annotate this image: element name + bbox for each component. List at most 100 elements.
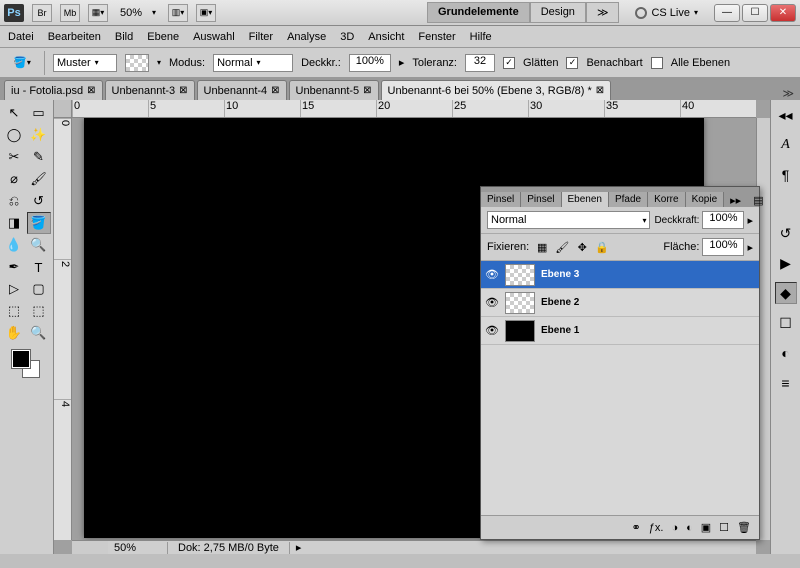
ruler-horizontal[interactable]: 0510152025303540 [72,100,756,118]
panel-tab[interactable]: Pinsel [481,192,521,207]
paragraph-panel-icon[interactable]: ¶ [775,164,797,186]
clone-stamp-tool[interactable]: ⎌ [2,190,26,212]
layer-thumbnail[interactable] [505,292,535,314]
minibridge-button[interactable]: Mb [60,4,80,22]
lock-image-icon[interactable]: 🖌 [555,240,569,254]
menu-auswahl[interactable]: Auswahl [193,31,235,43]
layer-thumbnail[interactable] [505,320,535,342]
visibility-icon[interactable]: 👁 [485,324,499,337]
layer-name[interactable]: Ebene 3 [541,269,579,280]
menu-filter[interactable]: Filter [249,31,273,43]
all-layers-checkbox[interactable] [651,57,663,69]
brush-tool[interactable]: 🖌 [27,168,51,190]
fill-source-dropdown[interactable]: Muster▾ [53,54,117,72]
type-tool[interactable]: T [27,256,51,278]
lasso-tool[interactable]: ◯ [2,124,26,146]
3d-camera-tool[interactable]: ⬚ [27,300,51,322]
paint-bucket-tool[interactable]: 🪣 [27,212,51,234]
move-tool[interactable]: ↖ [2,102,26,124]
opacity-flyout-icon[interactable]: ▸ [399,56,405,69]
menu-datei[interactable]: Datei [8,31,34,43]
visibility-icon[interactable]: 👁 [485,296,499,309]
healing-brush-tool[interactable]: ⌀ [2,168,26,190]
path-selection-tool[interactable]: ▷ [2,278,26,300]
menu-ebene[interactable]: Ebene [147,31,179,43]
ruler-vertical[interactable]: 024 [54,118,72,540]
fill-flyout-icon[interactable]: ▸ [747,241,753,254]
blur-tool[interactable]: 💧 [2,234,26,256]
layer-fill-field[interactable]: 100% [702,238,744,256]
current-tool-icon[interactable]: 🪣▾ [8,52,36,74]
menu-3d[interactable]: 3D [340,31,354,43]
status-doc-size[interactable]: Dok: 2,75 MB/0 Byte [168,542,290,554]
close-button[interactable]: ✕ [770,4,796,22]
workspace-design[interactable]: Design [530,2,586,23]
document-tab[interactable]: Unbenannt-5⊠ [289,80,379,100]
paths-panel-icon[interactable]: ◐ [775,342,797,364]
new-layer-icon[interactable]: ☐ [719,521,729,534]
antialias-checkbox[interactable]: ✓ [503,57,515,69]
character-panel-icon[interactable]: A [775,134,797,156]
tolerance-field[interactable]: 32 [465,54,495,72]
3d-tool[interactable]: ⬚ [2,300,26,322]
maximize-button[interactable]: ☐ [742,4,768,22]
link-layers-icon[interactable]: ⚭ [632,521,641,534]
menu-bearbeiten[interactable]: Bearbeiten [48,31,101,43]
contiguous-checkbox[interactable]: ✓ [566,57,578,69]
history-brush-tool[interactable]: ↺ [27,190,51,212]
menu-analyse[interactable]: Analyse [287,31,326,43]
panel-tab[interactable]: Korre [648,192,685,207]
panel-tab-ebenen[interactable]: Ebenen [562,192,609,207]
layer-name[interactable]: Ebene 2 [541,297,579,308]
adjustment-layer-icon[interactable]: ◐ [686,522,693,534]
close-icon[interactable]: ⊠ [271,85,279,96]
shape-tool[interactable]: ▢ [27,278,51,300]
layer-blend-dropdown[interactable]: Normal▾ [487,211,650,229]
lock-position-icon[interactable]: ✥ [575,240,589,254]
menu-ansicht[interactable]: Ansicht [368,31,404,43]
close-icon[interactable]: ⊠ [87,85,95,96]
close-icon[interactable]: ⊠ [596,85,604,96]
new-group-icon[interactable]: ▣ [701,521,711,534]
zoom-dropdown[interactable]: 50%▾ [116,7,160,19]
actions-panel-icon[interactable]: ▶ [775,252,797,274]
delete-layer-icon[interactable]: 🗑 [737,521,751,534]
marquee-tool[interactable]: ▭ [27,102,51,124]
layer-name[interactable]: Ebene 1 [541,325,579,336]
expand-icon[interactable]: ◂◂ [775,104,797,126]
workspace-grundelemente[interactable]: Grundelemente [427,2,530,23]
minimize-button[interactable]: — [714,4,740,22]
layer-thumbnail[interactable] [505,264,535,286]
crop-tool[interactable]: ✂ [2,146,26,168]
document-tab[interactable]: Unbenannt-4⊠ [197,80,287,100]
layers-panel-icon[interactable]: ◆ [775,282,797,304]
lock-all-icon[interactable]: 🔒 [595,240,609,254]
panel-tab[interactable]: Pinsel [521,192,561,207]
panel-tab[interactable]: Pfade [609,192,648,207]
layers-panel[interactable]: Pinsel Pinsel Ebenen Pfade Korre Kopie ▸… [480,186,760,540]
panel-menu-icon[interactable]: ▤ [747,194,769,207]
ruler-origin[interactable] [54,100,72,118]
hand-tool[interactable]: ✋ [2,322,26,344]
close-icon[interactable]: ⊠ [363,85,371,96]
close-icon[interactable]: ⊠ [179,85,187,96]
layer-row[interactable]: 👁 Ebene 2 [481,289,759,317]
history-panel-icon[interactable]: ↺ [775,222,797,244]
menu-hilfe[interactable]: Hilfe [470,31,492,43]
layer-row[interactable]: 👁 Ebene 3 [481,261,759,289]
menu-fenster[interactable]: Fenster [418,31,455,43]
visibility-icon[interactable]: 👁 [485,268,499,281]
layer-style-icon[interactable]: ƒx. [649,522,664,534]
status-zoom[interactable]: 50% [108,542,168,554]
color-swatches[interactable] [2,350,51,380]
eraser-tool[interactable]: ◨ [2,212,26,234]
layer-opacity-field[interactable]: 100% [702,211,744,229]
adjustments-panel-icon[interactable]: ≡ [775,372,797,394]
panel-overflow[interactable]: ▸▸ [724,194,747,207]
document-tab[interactable]: Unbenannt-3⊠ [105,80,195,100]
magic-wand-tool[interactable]: ✨ [27,124,51,146]
eyedropper-tool[interactable]: ✎ [27,146,51,168]
pattern-swatch[interactable] [125,54,149,72]
document-tab[interactable]: iu - Fotolia.psd⊠ [4,80,103,100]
channels-panel-icon[interactable]: ☐ [775,312,797,334]
